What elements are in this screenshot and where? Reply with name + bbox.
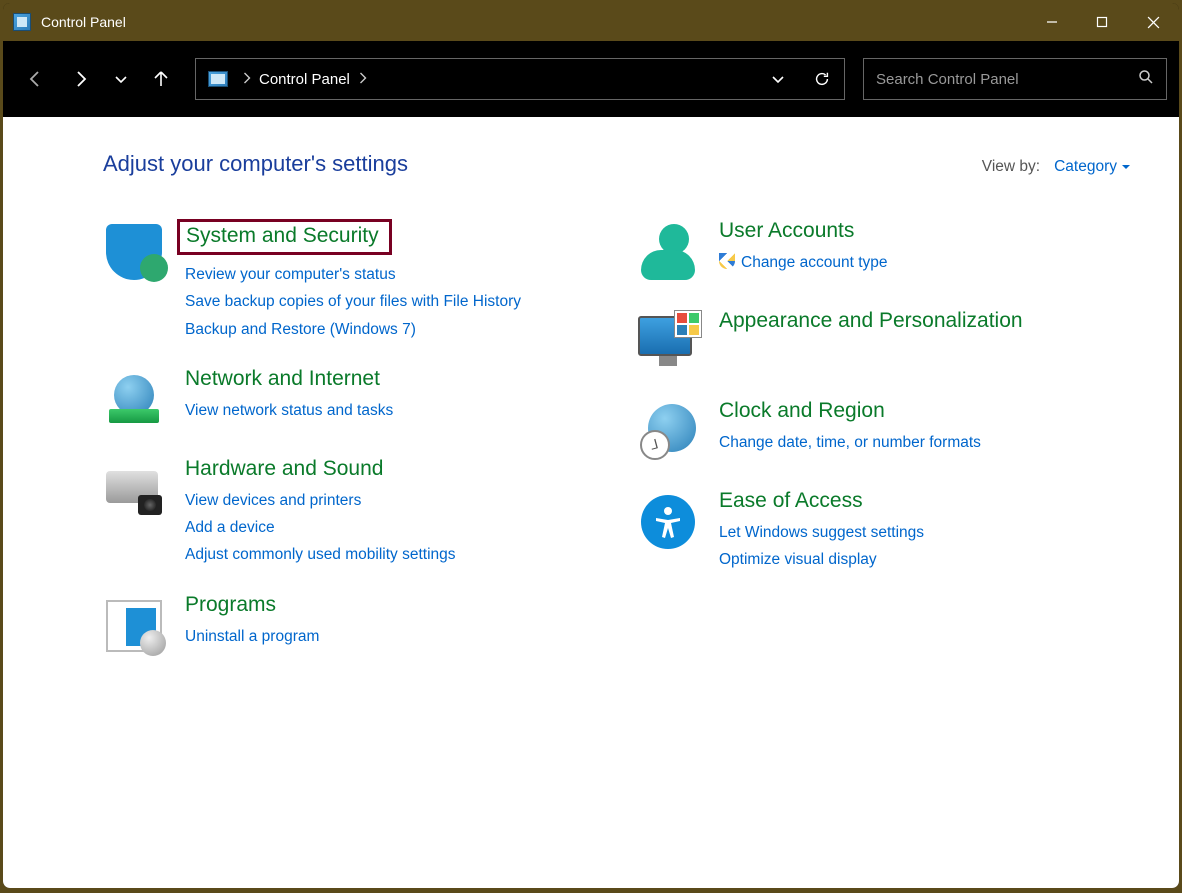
category-link[interactable]: View network status and tasks [185, 399, 393, 422]
category-ease-of-access: Ease of Access Let Windows suggest setti… [637, 487, 1131, 572]
category-link[interactable]: Change account type [719, 251, 888, 274]
view-by-dropdown[interactable]: Category [1054, 158, 1131, 176]
category-link[interactable]: Let Windows suggest settings [719, 521, 924, 544]
category-title[interactable]: Ease of Access [719, 489, 863, 513]
titlebar: Control Panel [3, 3, 1179, 41]
clock-icon[interactable] [637, 401, 699, 463]
view-by-value: Category [1054, 158, 1117, 176]
category-title[interactable]: System and Security [177, 219, 392, 255]
category-link[interactable]: Review your computer's status [185, 263, 521, 286]
chevron-right-icon[interactable] [242, 71, 251, 88]
category-programs: Programs Uninstall a program [103, 591, 597, 657]
control-panel-icon [13, 13, 31, 31]
category-title[interactable]: Network and Internet [185, 367, 380, 391]
window-title: Control Panel [41, 14, 126, 30]
content-area: Adjust your computer's settings View by:… [3, 117, 1179, 888]
view-by-label: View by: [982, 158, 1040, 176]
search-input[interactable] [876, 71, 1138, 88]
category-system-security: System and Security Review your computer… [103, 217, 597, 341]
category-title[interactable]: Clock and Region [719, 399, 885, 423]
programs-icon[interactable] [103, 595, 165, 657]
category-title[interactable]: Hardware and Sound [185, 457, 383, 481]
accessibility-icon[interactable] [637, 491, 699, 553]
category-appearance-personalization: Appearance and Personalization [637, 307, 1131, 373]
page-title: Adjust your computer's settings [103, 151, 408, 177]
minimize-button[interactable] [1027, 3, 1077, 41]
category-link[interactable]: Change date, time, or number formats [719, 431, 981, 454]
user-icon[interactable] [637, 221, 699, 283]
control-panel-window: Control Panel Control Pan [2, 2, 1180, 889]
shield-icon[interactable] [103, 221, 165, 283]
hardware-icon[interactable] [103, 459, 165, 521]
up-button[interactable] [141, 59, 181, 99]
category-network-internet: Network and Internet View network status… [103, 365, 597, 431]
category-link[interactable]: Add a device [185, 516, 456, 539]
address-icon [208, 71, 228, 87]
search-box[interactable] [863, 58, 1167, 100]
category-title[interactable]: Programs [185, 593, 276, 617]
category-title[interactable]: User Accounts [719, 219, 854, 243]
left-column: System and Security Review your computer… [103, 217, 597, 681]
categories-grid: System and Security Review your computer… [103, 217, 1131, 681]
refresh-button[interactable] [800, 59, 844, 99]
network-icon[interactable] [103, 369, 165, 431]
maximize-button[interactable] [1077, 3, 1127, 41]
right-column: User Accounts Change account type Appear… [637, 217, 1131, 681]
appearance-icon[interactable] [637, 311, 699, 373]
search-icon[interactable] [1138, 69, 1154, 89]
category-hardware-sound: Hardware and Sound View devices and prin… [103, 455, 597, 567]
chevron-right-icon[interactable] [358, 71, 367, 88]
chevron-down-icon [1121, 163, 1131, 171]
address-location[interactable]: Control Panel [259, 71, 350, 88]
category-link[interactable]: View devices and printers [185, 489, 456, 512]
recent-locations-button[interactable] [107, 59, 135, 99]
close-button[interactable] [1127, 3, 1179, 41]
back-button[interactable] [15, 59, 55, 99]
navigation-bar: Control Panel [3, 41, 1179, 117]
category-clock-region: Clock and Region Change date, time, or n… [637, 397, 1131, 463]
category-link[interactable]: Adjust commonly used mobility settings [185, 543, 456, 566]
address-dropdown-button[interactable] [756, 59, 800, 99]
category-user-accounts: User Accounts Change account type [637, 217, 1131, 283]
category-link[interactable]: Backup and Restore (Windows 7) [185, 318, 521, 341]
category-link[interactable]: Uninstall a program [185, 625, 319, 648]
address-bar[interactable]: Control Panel [195, 58, 845, 100]
forward-button[interactable] [61, 59, 101, 99]
category-link[interactable]: Save backup copies of your files with Fi… [185, 290, 521, 313]
category-title[interactable]: Appearance and Personalization [719, 309, 1023, 333]
header-row: Adjust your computer's settings View by:… [103, 151, 1131, 177]
category-link[interactable]: Optimize visual display [719, 548, 924, 571]
